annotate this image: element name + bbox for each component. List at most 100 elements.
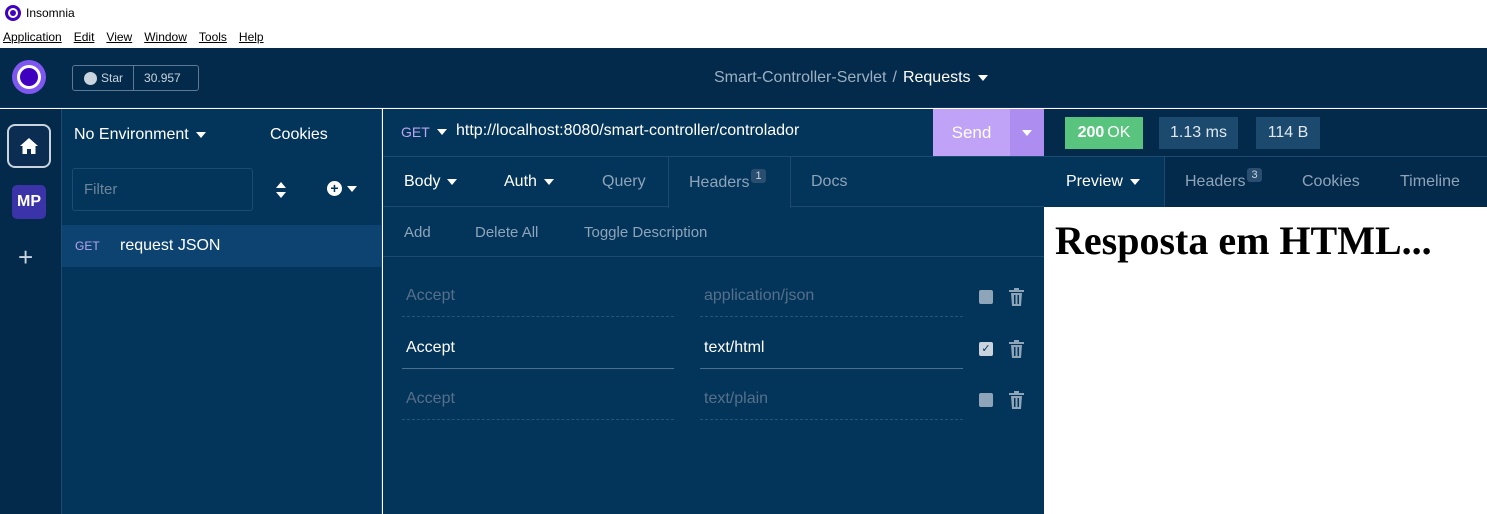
github-icon xyxy=(84,71,97,85)
tab-headers[interactable]: Headers 1 xyxy=(668,157,791,208)
workspace-rail: MP + xyxy=(0,109,62,514)
add-header-button[interactable]: Add xyxy=(404,224,431,241)
method-selector[interactable]: GET xyxy=(401,124,447,140)
request-method: GET xyxy=(75,239,100,253)
github-star-button[interactable]: Star 30.957 xyxy=(72,65,199,91)
url-input[interactable]: http://localhost:8080/smart-controller/c… xyxy=(456,122,799,140)
trash-icon[interactable] xyxy=(1009,288,1024,306)
headers-count-badge: 1 xyxy=(751,168,766,183)
tab-docs[interactable]: Docs xyxy=(811,157,847,207)
tab-preview[interactable]: Preview xyxy=(1044,157,1165,207)
trash-icon[interactable] xyxy=(1009,391,1024,409)
delete-all-button[interactable]: Delete All xyxy=(475,224,538,241)
trash-icon[interactable] xyxy=(1009,340,1024,358)
breadcrumb-separator: / xyxy=(892,69,897,86)
send-options-button[interactable] xyxy=(1010,109,1044,156)
toggle-description-button[interactable]: Toggle Description xyxy=(584,224,707,241)
window-title: Insomnia xyxy=(26,6,75,20)
tab-body[interactable]: Body xyxy=(404,157,458,207)
menu-application[interactable]: Application xyxy=(3,30,62,44)
tab-response-headers-label: Headers xyxy=(1185,173,1246,190)
chevron-down-icon xyxy=(436,129,447,135)
tab-timeline-label: Timeline xyxy=(1400,173,1460,190)
status-badge: 200 OK xyxy=(1065,117,1143,149)
plus-icon[interactable]: + xyxy=(18,244,33,270)
header-name-input[interactable]: Accept xyxy=(402,380,674,420)
tab-query[interactable]: Query xyxy=(602,157,646,207)
add-request-button[interactable]: + xyxy=(327,181,357,196)
checkbox-icon[interactable] xyxy=(979,393,993,407)
sidebar-request-item[interactable]: GET request JSON xyxy=(62,225,381,267)
tab-response-headers[interactable]: Headers 3 xyxy=(1185,157,1262,207)
response-status-bar: 200 OK 1.13 ms 114 B xyxy=(1044,109,1487,157)
app-header: Star 30.957 Smart-Controller-Servlet / R… xyxy=(0,48,1487,108)
menu-help[interactable]: Help xyxy=(239,30,264,44)
star-label: Star xyxy=(101,71,124,85)
header-name-input[interactable]: Accept xyxy=(402,329,674,369)
response-heading: Resposta em HTML... xyxy=(1055,218,1432,263)
header-value-input[interactable]: text/plain xyxy=(700,380,963,420)
cookies-button[interactable]: Cookies xyxy=(270,126,328,144)
chevron-down-icon xyxy=(447,179,458,185)
chevron-down-icon xyxy=(195,132,206,138)
menu-view[interactable]: View xyxy=(106,30,132,44)
tab-docs-label: Docs xyxy=(811,173,848,190)
header-name-input[interactable]: Accept xyxy=(402,277,674,317)
tab-response-cookies[interactable]: Cookies xyxy=(1302,157,1360,207)
url-bar: GET http://localhost:8080/smart-controll… xyxy=(383,109,1044,157)
menu-edit[interactable]: Edit xyxy=(74,30,95,44)
star-count: 30.957 xyxy=(144,71,181,85)
request-tabs: Body Auth Query Headers 1 Docs xyxy=(383,157,1044,208)
tab-auth-label: Auth xyxy=(504,173,537,190)
header-value-input[interactable]: text/html xyxy=(700,329,963,369)
menu-window[interactable]: Window xyxy=(144,30,187,44)
breadcrumb: Smart-Controller-Servlet / Requests xyxy=(714,69,988,87)
status-text: OK xyxy=(1107,124,1131,141)
home-button[interactable] xyxy=(7,124,51,168)
response-preview: Resposta em HTML... xyxy=(1045,207,1487,514)
header-row: Accept text/plain xyxy=(383,380,1044,420)
status-code: 200 xyxy=(1077,124,1105,141)
checkbox-icon[interactable]: ✓ xyxy=(979,342,993,356)
response-size-badge: 114 B xyxy=(1256,117,1320,149)
tab-body-label: Body xyxy=(404,173,441,190)
environment-label: No Environment xyxy=(74,126,189,143)
chevron-down-icon xyxy=(543,179,554,185)
breadcrumb-project[interactable]: Smart-Controller-Servlet xyxy=(714,69,886,87)
menubar: Application Edit View Window Tools Help xyxy=(0,26,1487,48)
workspace-avatar[interactable]: MP xyxy=(12,185,46,219)
insomnia-logo-icon[interactable] xyxy=(12,60,46,94)
tab-response-cookies-label: Cookies xyxy=(1302,173,1360,190)
chevron-down-icon xyxy=(347,185,357,192)
tab-auth[interactable]: Auth xyxy=(504,157,554,207)
home-icon xyxy=(20,138,38,154)
add-circle-icon: + xyxy=(327,181,342,196)
tab-headers-label: Headers xyxy=(689,173,750,191)
breadcrumb-collection[interactable]: Requests xyxy=(903,69,971,87)
header-row: Accept application/json xyxy=(383,277,1044,317)
star-divider xyxy=(133,66,135,90)
window-titlebar: Insomnia xyxy=(0,0,1487,26)
header-value-input[interactable]: application/json xyxy=(700,277,963,317)
filter-input[interactable]: Filter xyxy=(72,168,253,211)
method-label: GET xyxy=(401,124,430,140)
sort-icon[interactable] xyxy=(275,181,287,199)
checkbox-icon[interactable] xyxy=(979,290,993,304)
response-tabs: Preview Headers 3 Cookies Timeline xyxy=(1044,157,1487,207)
tab-timeline[interactable]: Timeline xyxy=(1400,157,1460,207)
send-button[interactable]: Send xyxy=(933,109,1010,156)
chevron-down-icon[interactable] xyxy=(977,75,988,81)
header-row: Accept text/html ✓ xyxy=(383,329,1044,369)
environment-selector[interactable]: No Environment xyxy=(74,126,206,144)
request-name: request JSON xyxy=(120,237,221,254)
response-time-badge: 1.13 ms xyxy=(1159,117,1238,149)
menu-tools[interactable]: Tools xyxy=(199,30,227,44)
header-actions: Add Delete All Toggle Description xyxy=(383,207,1044,257)
response-headers-count-badge: 3 xyxy=(1247,168,1262,182)
tab-preview-label: Preview xyxy=(1066,173,1123,190)
tab-query-label: Query xyxy=(602,173,646,190)
sidebar: No Environment Cookies Filter + GET requ… xyxy=(62,109,382,514)
insomnia-app-icon xyxy=(5,5,21,21)
request-pane: GET http://localhost:8080/smart-controll… xyxy=(383,109,1044,514)
chevron-down-icon xyxy=(1129,179,1140,185)
